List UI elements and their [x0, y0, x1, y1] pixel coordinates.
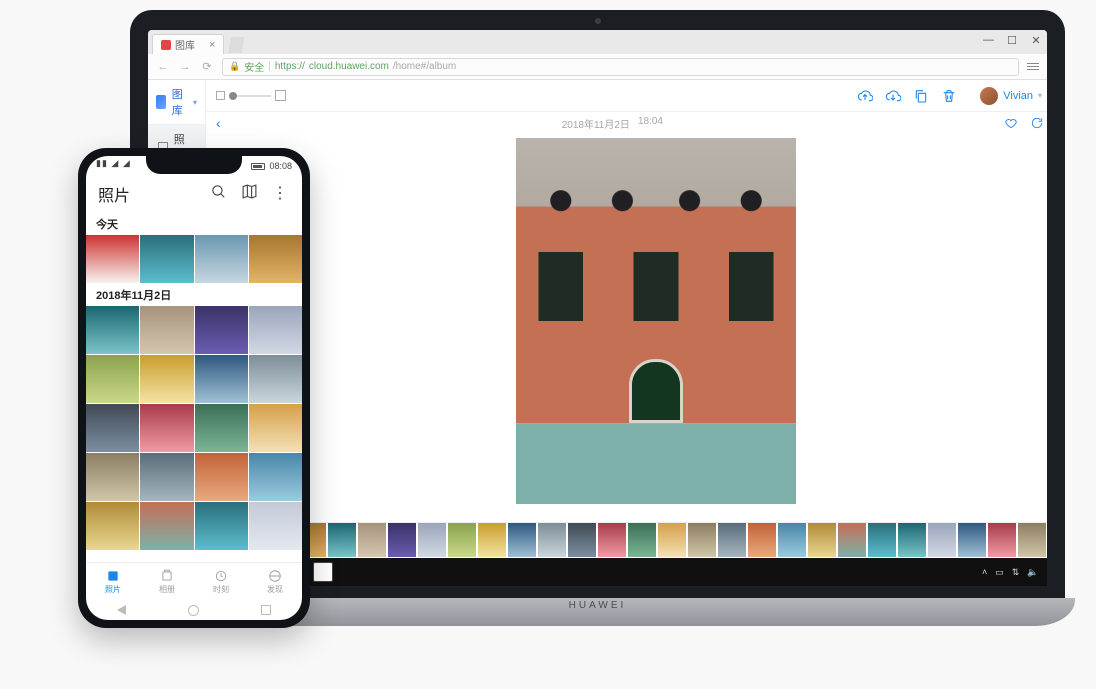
phone-notch	[146, 156, 242, 174]
section-date: 2018年11月2日	[86, 283, 302, 306]
filmstrip[interactable]	[206, 522, 1047, 558]
delete-icon[interactable]	[938, 85, 960, 107]
secure-label: 安全	[244, 59, 264, 74]
nav-photos[interactable]: 照片	[105, 569, 121, 595]
window-close-icon[interactable]: ✕	[1031, 34, 1041, 47]
upload-icon[interactable]	[854, 85, 876, 107]
sidebar-gallery-label: 图库	[172, 86, 187, 118]
zoom-small-icon	[216, 91, 225, 100]
main-photo[interactable]	[516, 138, 796, 504]
status-time: 08:08	[269, 161, 292, 171]
phone-header: 照片 ⋮	[86, 174, 302, 212]
tray-volume-icon[interactable]: 🔈	[1027, 567, 1038, 578]
signal-icon: ▮▮ ◢ ◢	[96, 158, 131, 174]
zoom-slider[interactable]	[216, 90, 286, 101]
tray-wifi-icon[interactable]: ⇅	[1012, 567, 1020, 578]
phone-title: 照片	[98, 182, 130, 206]
lock-icon: 🔒	[229, 61, 240, 72]
sys-back-icon[interactable]	[117, 605, 126, 615]
favorite-icon[interactable]	[1004, 116, 1018, 130]
windows-taskbar: ˄ ▭ ⇅ 🔈 17:24 2018/11/6 ▢	[206, 558, 1047, 586]
map-icon[interactable]	[241, 183, 258, 205]
phone-frame: ▮▮ ◢ ◢ 08:08 照片 ⋮ 今天 2018年11月2日	[78, 148, 310, 628]
phone-bottom-nav: 照片 相册 时刻 发现	[86, 562, 302, 600]
browser-urlbar: ← → ⟳ 🔒 安全 | https://cloud.huawei.com/ho…	[148, 54, 1047, 80]
nav-forward-icon[interactable]: →	[178, 60, 192, 74]
window-minimize-icon[interactable]: —	[983, 34, 993, 47]
phone-screen: ▮▮ ◢ ◢ 08:08 照片 ⋮ 今天 2018年11月2日	[86, 156, 302, 620]
chevron-down-icon: ▾	[193, 98, 197, 107]
new-tab-button[interactable]	[228, 37, 244, 53]
viewer-header: ‹ 2018年11月2日 18:04	[206, 112, 1047, 134]
tray-clock[interactable]: 17:24 2018/11/6	[1047, 564, 1048, 581]
chevron-down-icon: ▾	[1038, 91, 1042, 100]
rotate-icon[interactable]	[1030, 116, 1044, 130]
browser-tabbar: 图库 × — ☐ ✕	[148, 30, 1047, 54]
phone-photo-list[interactable]: 今天 2018年11月2日	[86, 212, 302, 562]
photo-date: 2018年11月2日	[562, 116, 630, 131]
more-icon[interactable]: ⋮	[272, 183, 290, 205]
camera-icon	[595, 18, 601, 24]
toolbar: Vivian ▾ ? 帮助	[206, 80, 1047, 112]
nav-reload-icon[interactable]: ⟳	[200, 60, 214, 74]
search-icon[interactable]	[210, 183, 227, 205]
main-area: Vivian ▾ ? 帮助 ‹ 2018年11月2日 18:04	[206, 80, 1047, 586]
copy-icon[interactable]	[910, 85, 932, 107]
tray-date: 2018/11/6	[1047, 573, 1048, 581]
url-host: cloud.huawei.com	[309, 61, 389, 72]
gallery-logo-icon	[156, 95, 166, 109]
url-protocol: https://	[275, 61, 305, 72]
nav-albums[interactable]: 相册	[159, 569, 175, 595]
sys-recent-icon[interactable]	[261, 605, 271, 615]
taskbar-store-icon[interactable]	[313, 562, 333, 582]
tray-battery-icon[interactable]: ▭	[995, 567, 1004, 578]
nav-moments[interactable]: 时刻	[213, 569, 229, 595]
url-path: /home#/album	[393, 61, 456, 72]
photo-time: 18:04	[638, 116, 663, 131]
nav-back-icon[interactable]: ←	[156, 60, 170, 74]
viewer-body	[206, 134, 1047, 522]
user-name: Vivian	[1003, 90, 1033, 102]
tray-up-icon[interactable]: ˄	[982, 567, 987, 577]
user-menu[interactable]: Vivian ▾	[980, 87, 1042, 105]
section-today: 今天	[86, 212, 302, 235]
viewer-back-icon[interactable]: ‹	[216, 115, 221, 131]
download-icon[interactable]	[882, 85, 904, 107]
laptop-brand: HUAWEI	[569, 600, 627, 611]
phone-system-nav	[86, 600, 302, 620]
window-controls: — ☐ ✕	[983, 34, 1041, 47]
system-tray: ˄ ▭ ⇅ 🔈 17:24 2018/11/6 ▢	[982, 564, 1047, 581]
sys-home-icon[interactable]	[188, 605, 199, 616]
sidebar-gallery-header[interactable]: 图库 ▾	[148, 80, 205, 125]
zoom-large-icon	[275, 90, 286, 101]
battery-icon	[251, 163, 265, 170]
avatar	[980, 87, 998, 105]
browser-tab[interactable]: 图库 ×	[152, 34, 224, 54]
tab-title: 图库	[175, 37, 195, 52]
nav-discover[interactable]: 发现	[267, 569, 283, 595]
tab-close-icon[interactable]: ×	[209, 39, 215, 51]
favicon-icon	[161, 40, 171, 50]
browser-menu-icon[interactable]	[1027, 63, 1039, 70]
window-maximize-icon[interactable]: ☐	[1007, 34, 1017, 47]
address-field[interactable]: 🔒 安全 | https://cloud.huawei.com/home#/al…	[222, 58, 1019, 76]
